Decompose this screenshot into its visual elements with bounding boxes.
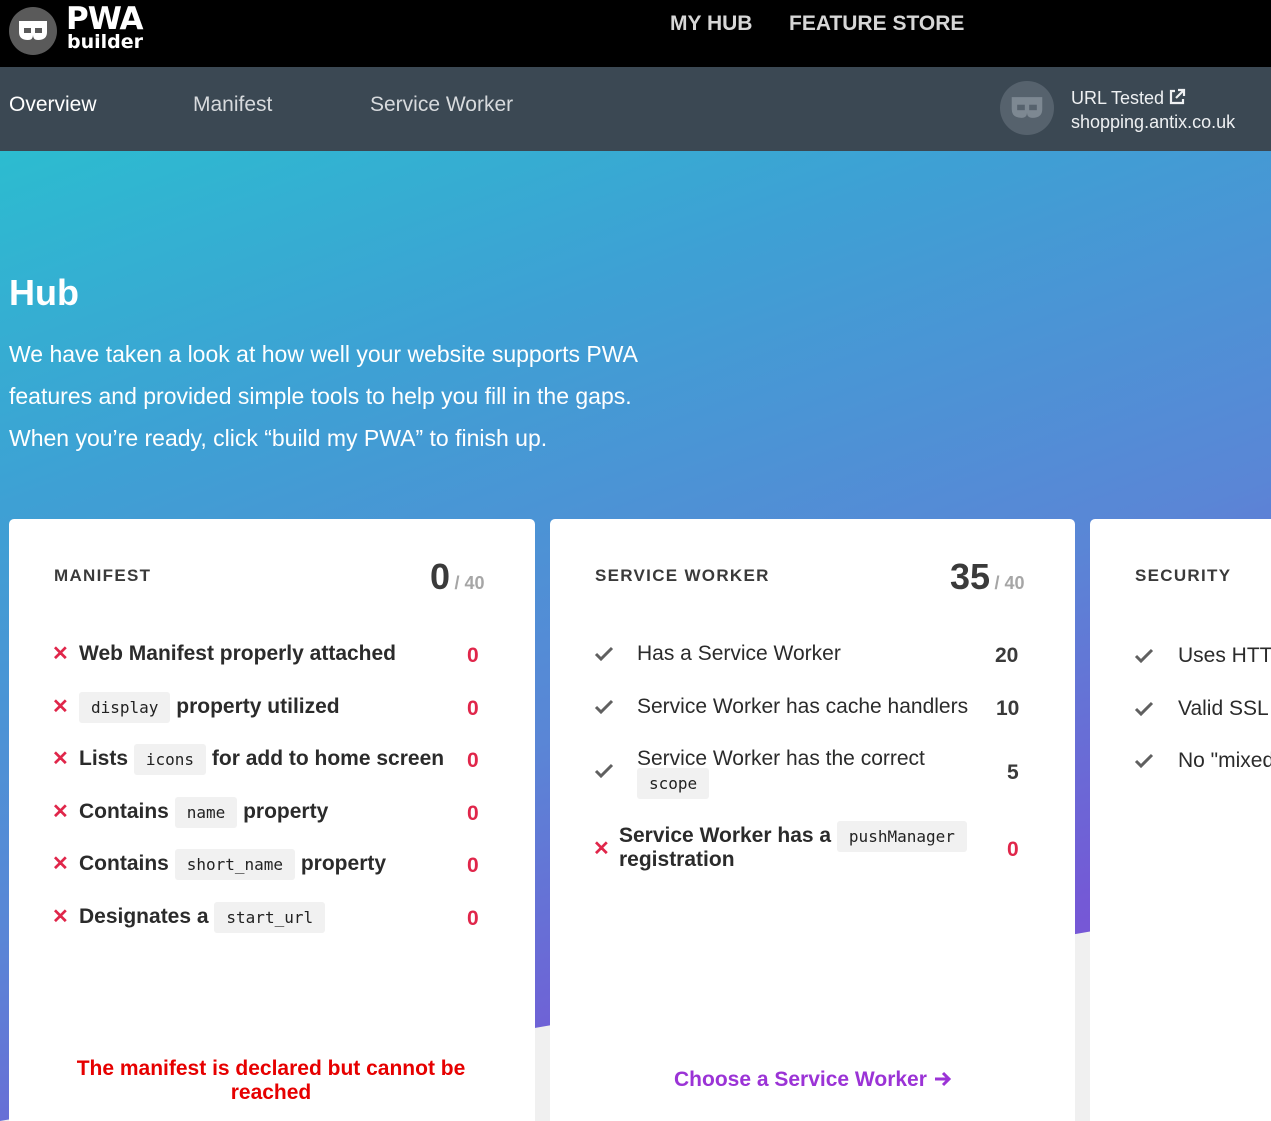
service-worker-card bbox=[550, 519, 1075, 1121]
fail-icon: ✕ bbox=[52, 853, 69, 875]
code-icons: icons bbox=[133, 744, 207, 775]
url-tested-text: URL Tested bbox=[1071, 88, 1165, 108]
service-worker-score: 35 / 40 bbox=[950, 557, 1025, 605]
service-worker-card-title: SERVICE WORKER bbox=[595, 566, 770, 585]
manifest-item-text: Contains bbox=[79, 852, 169, 875]
pwa-mask-icon[interactable] bbox=[9, 7, 57, 55]
fail-icon: ✕ bbox=[52, 801, 69, 823]
manifest-item: Web Manifest properly attached bbox=[79, 642, 396, 666]
service-worker-item-points: 5 bbox=[1007, 761, 1019, 784]
code-name: name bbox=[174, 797, 238, 828]
tab-service-worker[interactable]: Service Worker bbox=[370, 93, 513, 117]
tab-overview[interactable]: Overview bbox=[9, 93, 97, 117]
security-item: No "mixed bbox=[1178, 749, 1271, 772]
check-icon bbox=[594, 646, 614, 667]
hub-description: We have taken a look at how well your we… bbox=[9, 333, 709, 459]
service-worker-item-text: Service Worker has a bbox=[619, 824, 832, 847]
service-worker-score-value: 35 bbox=[950, 556, 991, 597]
external-link-icon[interactable] bbox=[1168, 88, 1186, 111]
manifest-item: Lists icons for add to home screen bbox=[79, 744, 445, 775]
manifest-item-points: 0 bbox=[467, 644, 479, 667]
brand-subname[interactable]: builder bbox=[67, 31, 143, 53]
code-display: display bbox=[79, 692, 171, 723]
service-worker-item-points: 10 bbox=[996, 697, 1020, 720]
manifest-score-max: / 40 bbox=[454, 573, 485, 593]
manifest-item-points: 0 bbox=[467, 907, 479, 930]
manifest-item-text: Designates a bbox=[79, 905, 209, 928]
fail-icon: ✕ bbox=[52, 906, 69, 928]
fail-icon: ✕ bbox=[52, 643, 69, 665]
manifest-item-points: 0 bbox=[467, 749, 479, 772]
url-tested-label[interactable]: URL Tested bbox=[1071, 87, 1186, 111]
code-short-name: short_name bbox=[174, 849, 296, 880]
manifest-item-text: Contains bbox=[79, 800, 169, 823]
service-worker-score-max: / 40 bbox=[994, 573, 1025, 593]
hub-description-line: When you’re ready, click “build my PWA” … bbox=[9, 425, 548, 451]
page-title: Hub bbox=[9, 272, 79, 313]
security-card bbox=[1090, 519, 1271, 1121]
manifest-item: Contains name property bbox=[79, 797, 329, 828]
service-worker-item-points: 20 bbox=[995, 644, 1019, 667]
service-worker-item: Has a Service Worker bbox=[637, 642, 841, 665]
manifest-item-text: Web Manifest properly attached bbox=[79, 642, 397, 665]
service-worker-item-text-cont: registration bbox=[619, 848, 735, 871]
hub-description-line: features and provided simple tools to he… bbox=[9, 383, 632, 409]
nav-feature-store[interactable]: FEATURE STORE bbox=[789, 12, 964, 36]
security-card-title: SECURITY bbox=[1135, 566, 1232, 585]
fail-icon: ✕ bbox=[52, 748, 69, 770]
security-item: Valid SSL c bbox=[1178, 697, 1271, 720]
tested-url: shopping.antix.co.uk bbox=[1071, 112, 1236, 132]
manifest-item-points: 0 bbox=[467, 854, 479, 877]
manifest-item: display property utilized bbox=[79, 692, 340, 723]
choose-service-worker-text: Choose a Service Worker bbox=[674, 1068, 927, 1091]
service-worker-item-points: 0 bbox=[1007, 838, 1019, 861]
choose-service-worker-link[interactable]: Choose a Service Worker bbox=[674, 1068, 953, 1092]
manifest-item-text: Lists bbox=[79, 747, 129, 770]
manifest-score-value: 0 bbox=[430, 556, 451, 597]
check-icon bbox=[1134, 753, 1154, 774]
manifest-card-title: MANIFEST bbox=[54, 566, 152, 585]
manifest-item-text: for add to home screen bbox=[211, 747, 445, 770]
code-push-manager: pushManager bbox=[836, 821, 967, 852]
check-icon bbox=[1134, 648, 1154, 669]
manifest-item-points: 0 bbox=[467, 802, 479, 825]
service-worker-item: Service Worker has a pushManager bbox=[619, 821, 967, 852]
security-item: Uses HTTP bbox=[1178, 644, 1271, 667]
manifest-item: Contains short_name property bbox=[79, 849, 387, 880]
manifest-item: Designates a start_url bbox=[79, 902, 326, 933]
check-icon bbox=[594, 699, 614, 720]
service-worker-item: Service Worker has cache handlers bbox=[637, 695, 969, 718]
code-start-url: start_url bbox=[214, 902, 326, 933]
fail-icon: ✕ bbox=[593, 838, 610, 860]
code-scope: scope bbox=[637, 768, 710, 799]
check-icon bbox=[594, 763, 614, 784]
arrow-right-icon bbox=[933, 1068, 953, 1091]
manifest-item-text: property bbox=[300, 852, 387, 875]
nav-my-hub[interactable]: MY HUB bbox=[670, 12, 752, 36]
fail-icon: ✕ bbox=[52, 696, 69, 718]
manifest-score: 0 / 40 bbox=[430, 557, 485, 605]
hub-description-line: We have taken a look at how well your we… bbox=[9, 341, 638, 367]
check-icon bbox=[1134, 701, 1154, 722]
manifest-item-text: property bbox=[243, 800, 329, 823]
manifest-error-message: The manifest is declared but cannot be r… bbox=[76, 1057, 466, 1104]
site-avatar-icon bbox=[1000, 81, 1054, 135]
tab-manifest[interactable]: Manifest bbox=[193, 93, 272, 117]
service-worker-item-code-wrap: scope bbox=[637, 768, 710, 799]
manifest-item-points: 0 bbox=[467, 697, 479, 720]
manifest-item-text: property utilized bbox=[176, 695, 340, 718]
top-bar bbox=[0, 0, 1271, 67]
